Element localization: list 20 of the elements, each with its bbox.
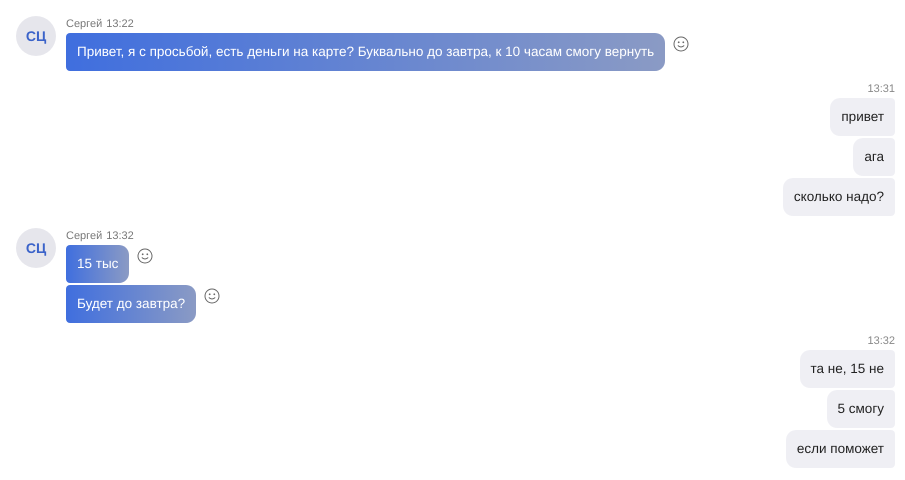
message-bubble: та не, 15 не [800,350,895,388]
message-time: 13:32 [106,230,134,242]
message-time: 13:32 [867,335,895,348]
message-bubble: если поможет [786,430,895,468]
message-bubble: Будет до завтра? [66,285,196,323]
smiley-icon[interactable] [673,36,690,52]
message-bubble: привет [830,98,895,136]
smiley-icon[interactable] [137,248,154,264]
message-time: 13:22 [106,18,134,30]
message-time: 13:31 [867,83,895,96]
avatar[interactable]: СЦ [16,228,56,268]
message-bubble: 5 смогу [826,390,895,428]
message-bubble: Привет, я с просьбой, есть деньги на карте? Буквально до завтра, к 10 часам смогу вернуть [66,33,666,71]
sender-name: Сергей [66,18,102,30]
message-bubble: ага [853,138,895,176]
sender-name: Сергей [66,230,102,242]
message-bubble: сколько надо? [782,178,895,216]
message-bubble: 15 тыс [66,245,130,283]
avatar[interactable]: СЦ [16,16,56,56]
smiley-icon[interactable] [204,288,220,304]
